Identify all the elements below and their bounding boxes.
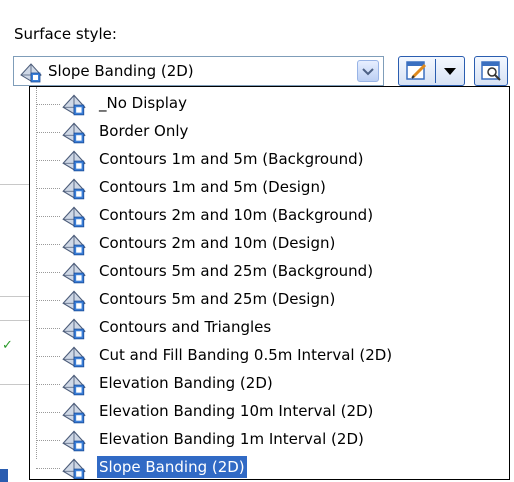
list-item[interactable]: Border Only <box>30 118 500 146</box>
list-item[interactable]: Elevation Banding 10m Interval (2D) <box>30 398 500 426</box>
surface-style-icon <box>62 458 86 479</box>
background-blue-strip <box>0 469 8 482</box>
list-item[interactable]: Contours and Triangles <box>30 314 500 342</box>
edit-style-split-button[interactable] <box>398 56 465 86</box>
list-item-selected[interactable]: Slope Banding (2D) <box>30 454 500 479</box>
divider <box>0 296 29 297</box>
list-item[interactable]: Contours 2m and 10m (Background) <box>30 202 500 230</box>
divider <box>0 384 29 385</box>
surface-style-icon <box>62 94 86 116</box>
surface-style-icon <box>62 290 86 312</box>
list-item[interactable]: Contours 5m and 25m (Background) <box>30 258 500 286</box>
list-item-label: Contours 5m and 25m (Design) <box>99 290 336 308</box>
list-item-label: _No Display <box>99 94 187 112</box>
checkmark-icon: ✓ <box>2 338 13 353</box>
edit-style-icon <box>406 61 427 80</box>
chevron-down-icon <box>362 68 374 76</box>
surface-style-combo[interactable]: Slope Banding (2D) <box>13 56 384 86</box>
list-item-label: Cut and Fill Banding 0.5m Interval (2D) <box>99 346 393 364</box>
surface-style-list[interactable]: _No Display Border Only Contours 1m and … <box>29 86 510 480</box>
surface-style-icon <box>20 63 42 83</box>
list-item[interactable]: Contours 1m and 5m (Design) <box>30 174 500 202</box>
surface-style-icon <box>62 262 86 284</box>
list-item[interactable]: Contours 1m and 5m (Background) <box>30 146 500 174</box>
list-item-label: Contours and Triangles <box>99 318 272 336</box>
list-item[interactable]: Cut and Fill Banding 0.5m Interval (2D) <box>30 342 500 370</box>
surface-style-selected: Slope Banding (2D) <box>48 62 194 80</box>
list-item-label: Elevation Banding 10m Interval (2D) <box>99 402 374 420</box>
surface-style-icon <box>62 374 86 396</box>
list-item[interactable]: Contours 2m and 10m (Design) <box>30 230 500 258</box>
list-item-label: Contours 2m and 10m (Design) <box>99 234 336 252</box>
surface-style-icon <box>62 402 86 424</box>
surface-style-label: Surface style: <box>14 25 117 43</box>
list-item-label: Contours 5m and 25m (Background) <box>99 262 374 280</box>
surface-style-icon <box>62 234 86 256</box>
surface-style-icon <box>62 122 86 144</box>
list-item[interactable]: Contours 5m and 25m (Design) <box>30 286 500 314</box>
surface-style-icon <box>62 318 86 340</box>
surface-style-icon <box>62 178 86 200</box>
style-details-button[interactable] <box>474 56 508 86</box>
list-item-label: Contours 1m and 5m (Design) <box>99 178 326 196</box>
style-details-icon <box>481 61 501 81</box>
chevron-down-icon[interactable] <box>441 66 459 76</box>
list-item-label: Border Only <box>99 122 189 140</box>
list-item[interactable]: _No Display <box>30 90 500 118</box>
list-item-label: Elevation Banding 1m Interval (2D) <box>99 430 364 448</box>
list-item-label: Slope Banding (2D) <box>97 456 247 478</box>
surface-style-icon <box>62 206 86 228</box>
surface-style-icon <box>62 346 86 368</box>
list-item-label: Contours 2m and 10m (Background) <box>99 206 374 224</box>
combo-dropdown-button[interactable] <box>357 60 379 82</box>
surface-style-icon <box>62 430 86 452</box>
surface-style-icon <box>62 150 86 172</box>
list-item-label: Contours 1m and 5m (Background) <box>99 150 364 168</box>
list-item[interactable]: Elevation Banding (2D) <box>30 370 500 398</box>
divider <box>0 320 29 321</box>
split-separator <box>435 59 436 83</box>
list-item-label: Elevation Banding (2D) <box>99 374 273 392</box>
list-item[interactable]: Elevation Banding 1m Interval (2D) <box>30 426 500 454</box>
divider <box>0 184 29 185</box>
